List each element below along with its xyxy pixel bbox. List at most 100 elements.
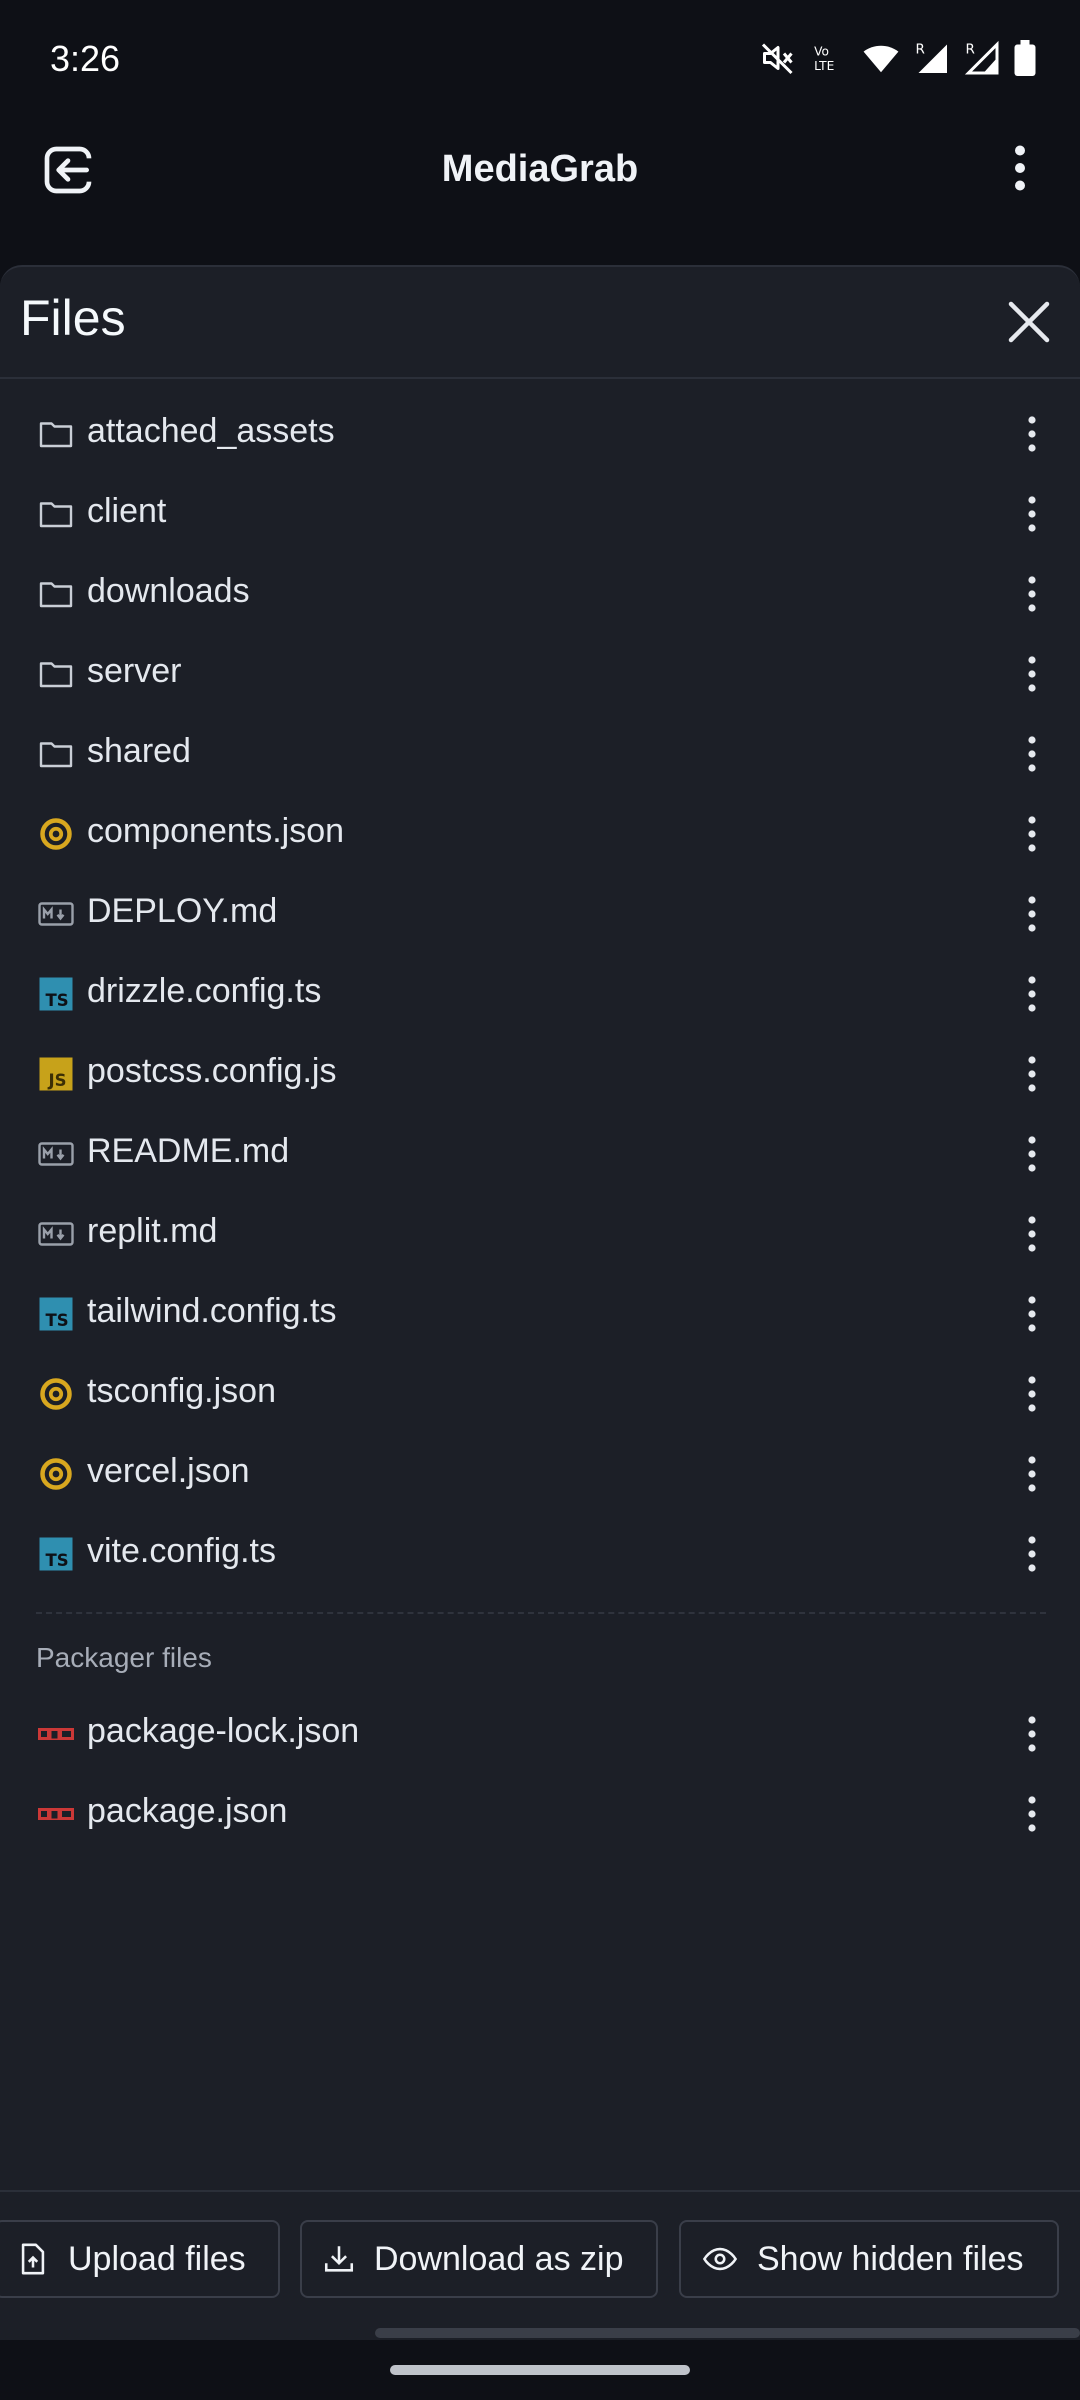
app-header: MediaGrab xyxy=(0,120,1080,260)
more-vertical-icon[interactable] xyxy=(1008,1050,1056,1098)
download-icon xyxy=(324,2246,354,2272)
file-name: package.json xyxy=(87,1792,288,1830)
more-vertical-icon[interactable] xyxy=(1008,890,1056,938)
wifi-icon xyxy=(863,45,899,73)
eye-icon xyxy=(702,2247,738,2271)
more-vertical-icon[interactable] xyxy=(1008,490,1056,538)
markdown-icon xyxy=(38,1142,74,1166)
svg-text:TS: TS xyxy=(46,1311,69,1330)
file-name: replit.md xyxy=(87,1212,218,1250)
file-name: package-lock.json xyxy=(87,1712,360,1750)
upload-files-button[interactable]: Upload files xyxy=(0,2220,280,2298)
file-name: components.json xyxy=(87,812,345,850)
file-row[interactable]: package.json xyxy=(0,1774,1080,1854)
file-name: downloads xyxy=(87,572,250,610)
typescript-icon: TS xyxy=(39,1297,73,1331)
show-hidden-files-button[interactable]: Show hidden files xyxy=(679,2220,1059,2298)
more-vertical-icon[interactable] xyxy=(1008,1370,1056,1418)
status-icons: Vo LTE R R xyxy=(760,40,1036,76)
folder-icon xyxy=(39,502,73,528)
file-row[interactable]: TS vite.config.ts xyxy=(0,1514,1080,1594)
file-row[interactable]: TS drizzle.config.ts xyxy=(0,954,1080,1034)
file-name: vercel.json xyxy=(87,1452,250,1490)
npm-icon xyxy=(38,1808,74,1820)
json-icon xyxy=(40,1458,72,1490)
download-zip-label: Download as zip xyxy=(374,2239,624,2278)
more-vertical-icon[interactable] xyxy=(1008,570,1056,618)
file-name: attached_assets xyxy=(87,412,335,450)
more-vertical-icon[interactable] xyxy=(990,138,1050,198)
file-name: README.md xyxy=(87,1132,290,1170)
more-vertical-icon[interactable] xyxy=(1008,1130,1056,1178)
file-name: vite.config.ts xyxy=(87,1532,276,1570)
file-row[interactable]: client xyxy=(0,474,1080,554)
file-row[interactable]: README.md xyxy=(0,1114,1080,1194)
navigation-bar xyxy=(0,2340,1080,2400)
file-row[interactable]: JS postcss.config.js xyxy=(0,1034,1080,1114)
svg-text:Vo: Vo xyxy=(814,44,829,58)
more-vertical-icon[interactable] xyxy=(1008,1290,1056,1338)
file-row[interactable]: shared xyxy=(0,714,1080,794)
file-row[interactable]: TS tailwind.config.ts xyxy=(0,1274,1080,1354)
more-vertical-icon[interactable] xyxy=(1008,970,1056,1018)
file-name: client xyxy=(87,492,167,530)
close-icon[interactable] xyxy=(1002,295,1056,349)
typescript-icon: TS xyxy=(39,1537,73,1571)
packager-section-label: Packager files xyxy=(36,1642,212,1673)
file-name: tsconfig.json xyxy=(87,1372,276,1410)
horizontal-scrollbar[interactable] xyxy=(375,2328,1080,2338)
more-vertical-icon[interactable] xyxy=(1008,1790,1056,1838)
file-row[interactable]: vercel.json xyxy=(0,1434,1080,1514)
home-gesture-bar[interactable] xyxy=(390,2365,690,2375)
json-icon xyxy=(40,1378,72,1410)
json-icon xyxy=(40,818,72,850)
file-row[interactable]: components.json xyxy=(0,794,1080,874)
volte-icon: Vo LTE xyxy=(814,44,834,73)
file-row[interactable]: DEPLOY.md xyxy=(0,874,1080,954)
svg-text:LTE: LTE xyxy=(814,59,834,73)
file-row[interactable]: tsconfig.json xyxy=(0,1354,1080,1434)
markdown-icon xyxy=(38,1222,74,1246)
markdown-icon xyxy=(38,902,74,926)
svg-text:R: R xyxy=(916,42,925,58)
folder-icon xyxy=(39,662,73,688)
npm-icon xyxy=(38,1728,74,1740)
files-panel-header: Files xyxy=(0,267,1080,379)
file-name: server xyxy=(87,652,182,690)
file-list: attached_assets client downloads server … xyxy=(0,394,1080,1594)
file-row[interactable]: server xyxy=(0,634,1080,714)
svg-text:TS: TS xyxy=(46,1551,69,1570)
file-row[interactable]: replit.md xyxy=(0,1194,1080,1274)
more-vertical-icon[interactable] xyxy=(1008,1450,1056,1498)
more-vertical-icon[interactable] xyxy=(1008,1530,1056,1578)
svg-text:TS: TS xyxy=(46,991,69,1010)
files-panel: Files attached_assets client downloads s… xyxy=(0,265,1080,2342)
file-row[interactable]: package-lock.json xyxy=(0,1694,1080,1774)
status-bar: 3:26 Vo LTE R R xyxy=(0,0,1080,120)
file-name: postcss.config.js xyxy=(87,1052,337,1090)
folder-icon xyxy=(39,742,73,768)
more-vertical-icon[interactable] xyxy=(1008,1710,1056,1758)
download-zip-button[interactable]: Download as zip xyxy=(300,2220,658,2298)
file-name: shared xyxy=(87,732,191,770)
panel-title: Files xyxy=(20,290,126,346)
more-vertical-icon[interactable] xyxy=(1008,730,1056,778)
files-action-bar: Upload files Download as zip Show hidden… xyxy=(0,2190,1080,2342)
file-row[interactable]: downloads xyxy=(0,554,1080,634)
signal-icon: R xyxy=(916,42,947,73)
upload-file-icon xyxy=(21,2243,45,2275)
javascript-icon: JS xyxy=(39,1057,73,1091)
more-vertical-icon[interactable] xyxy=(1008,410,1056,458)
more-vertical-icon[interactable] xyxy=(1008,1210,1056,1258)
file-name: DEPLOY.md xyxy=(87,892,278,930)
file-name: tailwind.config.ts xyxy=(87,1292,337,1330)
folder-icon xyxy=(39,582,73,608)
file-name: drizzle.config.ts xyxy=(87,972,322,1010)
more-vertical-icon[interactable] xyxy=(1008,650,1056,698)
battery-icon xyxy=(1014,40,1036,76)
more-vertical-icon[interactable] xyxy=(1008,810,1056,858)
folder-icon xyxy=(39,422,73,448)
status-time: 3:26 xyxy=(50,38,121,79)
svg-text:R: R xyxy=(966,42,975,58)
file-row[interactable]: attached_assets xyxy=(0,394,1080,474)
